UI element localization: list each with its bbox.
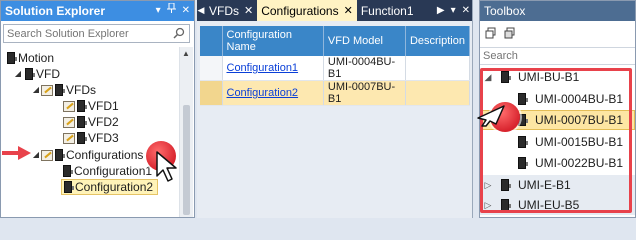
scrollbar-thumb[interactable] [183,105,190,215]
configuration-name-cell[interactable]: Configuration1 [222,56,324,81]
search-input[interactable] [4,25,169,42]
edit-folder-icon [63,116,75,128]
tree-node-configuration1[interactable]: Configuration1 [63,163,152,179]
row-header-corner [200,26,223,56]
tree-node-vfd[interactable]: ◢ VFD [13,66,60,82]
tree-node-vfds[interactable]: ◢ VFDs [31,82,96,98]
tree-node-vfd3[interactable]: VFD3 [63,130,119,146]
toolbox-item-umi-0022bu-b1[interactable]: UMI-0022BU-B1 [480,153,635,173]
vfd-model-cell[interactable]: UMI-0004BU-B1 [323,56,406,81]
toolbox-search-input[interactable] [480,48,630,64]
device-icon [501,199,511,211]
search-icon[interactable] [173,27,185,42]
device-icon [25,68,35,80]
toolbox-group-umi-eu-b5[interactable]: ▷ UMI-EU-B5 [480,195,635,215]
device-icon [518,136,528,148]
device-icon [501,71,511,83]
device-icon [501,179,511,191]
column-header-vfd-model[interactable]: VFD Model [323,26,406,56]
device-icon [63,165,73,177]
solution-explorer-panel: Solution Explorer ▾ ✕ Motion ◢ VFD ◢ VFD… [0,0,195,218]
vfd-model-cell[interactable]: UMI-0007BU-B1 [323,80,406,106]
edit-folder-icon [41,84,53,96]
collapse-icon[interactable]: ◢ [31,147,41,163]
click-indicator [146,141,176,171]
tab-function1[interactable]: Function1 [357,0,418,21]
toolbox-toolbar [480,21,635,47]
edit-folder-icon [63,132,75,144]
document-tab-strip: ◀ VFDs ✕ Configurations ✕ Function1 ▶ ▾ … [197,0,472,21]
device-icon [55,84,65,96]
configurations-grid: Configuration Name VFD Model Description… [200,26,471,106]
description-cell[interactable] [405,80,471,106]
tree-node-configuration2[interactable]: Configuration2 [61,179,159,195]
scroll-up-icon[interactable]: ▲ [182,49,190,58]
solution-tree: Motion ◢ VFD ◢ VFDs VFD1 VFD2 VFD3 ◢ Con… [1,47,179,217]
description-cell[interactable] [405,56,471,81]
row-header[interactable] [200,80,223,106]
device-icon [77,132,87,144]
dropdown-icon[interactable]: ▾ [156,1,161,21]
paste-icon[interactable] [504,27,516,42]
toolbox-search[interactable] [480,47,635,65]
device-icon [55,149,65,161]
solution-explorer-title-bar: Solution Explorer ▾ ✕ [1,1,194,21]
solution-explorer-search[interactable] [3,24,190,43]
tab-configurations[interactable]: Configurations ✕ [257,0,357,21]
panel-window-buttons[interactable]: ▾ ✕ [156,1,190,21]
tab-overflow-controls: ▶ ▾ ✕ [437,0,470,21]
close-icon[interactable]: ✕ [182,1,190,21]
copy-icon[interactable] [485,27,497,42]
column-header-configuration-name[interactable]: Configuration Name [222,26,324,56]
close-tab-icon[interactable]: ✕ [344,4,353,17]
pin-icon[interactable] [166,1,176,21]
toolbox-title: Toolbox [480,1,635,21]
column-header-description[interactable]: Description [405,26,471,56]
device-icon [7,52,17,64]
device-icon [77,116,87,128]
tree-node-motion[interactable]: Motion [7,50,54,66]
close-icon[interactable]: ✕ [462,5,470,16]
collapse-icon[interactable]: ◢ [482,72,494,83]
collapse-icon[interactable]: ◢ [13,66,23,82]
tree-node-vfd2[interactable]: VFD2 [63,114,119,130]
configuration-link[interactable]: Configuration2 [227,87,299,99]
click-indicator [490,102,520,132]
collapse-icon[interactable]: ◢ [31,82,41,98]
toolbox-item-umi-0015bu-b1[interactable]: UMI-0015BU-B1 [480,132,635,152]
edit-folder-icon [41,149,53,161]
expand-icon[interactable]: ▷ [482,180,494,191]
tab-vfds[interactable]: VFDs ✕ [205,0,257,21]
toolbox-group-umi-bu-b1[interactable]: ◢ UMI-BU-B1 [480,67,635,87]
toolbox-group-umi-e-b1[interactable]: ▷ UMI-E-B1 [480,175,635,195]
document-panel: ◀ VFDs ✕ Configurations ✕ Function1 ▶ ▾ … [197,0,473,218]
configuration-name-cell[interactable]: Configuration2 [222,80,324,106]
expand-icon[interactable]: ▷ [482,200,494,211]
row-header[interactable] [200,56,223,81]
solution-explorer-title: Solution Explorer [5,4,106,18]
device-icon [64,181,74,193]
scroll-tabs-right-icon[interactable]: ▶ [437,5,445,16]
tab-list-dropdown-icon[interactable]: ▾ [451,5,456,16]
table-row[interactable]: Configuration2 UMI-0007BU-B1 [200,80,471,106]
edit-folder-icon [63,100,75,112]
vertical-scrollbar[interactable]: ▲ [179,47,193,217]
close-tab-icon[interactable]: ✕ [244,4,253,17]
device-icon [518,157,528,169]
device-icon [518,93,528,105]
table-row[interactable]: Configuration1 UMI-0004BU-B1 [200,56,471,81]
device-icon [77,100,87,112]
tree-node-configurations[interactable]: ◢ Configurations [31,147,143,163]
tree-node-vfd1[interactable]: VFD1 [63,98,119,114]
scroll-tabs-left-icon[interactable]: ◀ [197,0,205,21]
configuration-link[interactable]: Configuration1 [227,62,299,74]
